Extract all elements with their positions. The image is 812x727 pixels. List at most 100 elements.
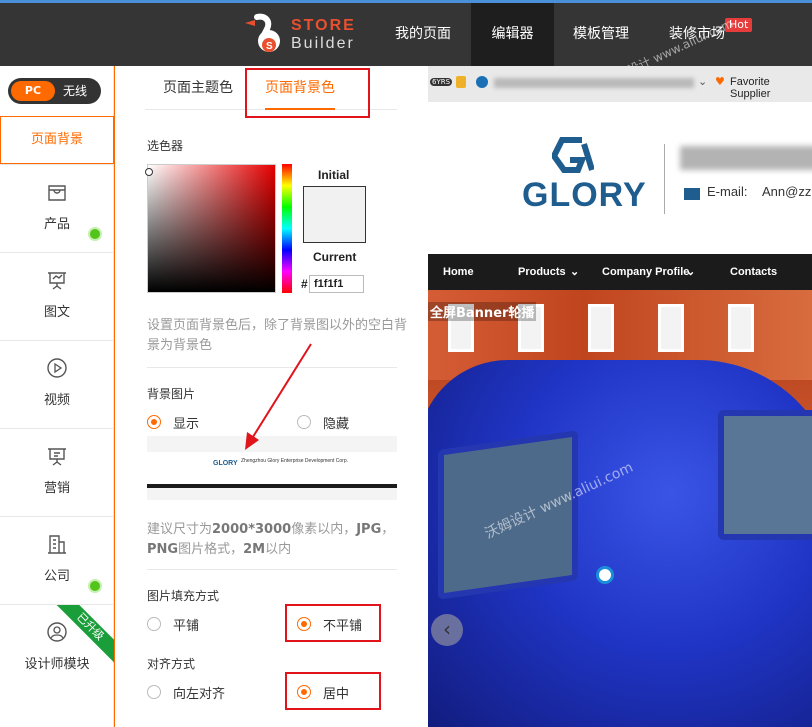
sidebar-item-page-background[interactable]: 页面背景: [0, 116, 114, 164]
pc-wireless-toggle[interactable]: PC 无线: [8, 78, 101, 104]
module-sidebar: PC 无线 页面背景 产品 图文 视频 营销 公司 设计师模块 已升级: [0, 66, 114, 727]
bus-handle: [596, 566, 614, 584]
store-nav-contacts[interactable]: Contacts: [730, 254, 777, 290]
annotation-arrow-icon: [245, 343, 312, 450]
chevron-down-icon: ⌄: [570, 266, 580, 278]
divider: [147, 569, 397, 570]
years-badge: 6YRS: [430, 78, 453, 86]
blue-bus-image: [428, 360, 812, 727]
email-label: E-mail:: [707, 184, 748, 199]
size-hint-text: 以内: [265, 542, 292, 557]
verified-icon: [476, 76, 488, 88]
store-nav-company-profile[interactable]: Company Profile: [602, 254, 689, 290]
saturation-value-picker[interactable]: [145, 164, 276, 293]
size-hint-png: PNG: [147, 542, 179, 557]
status-dot: [88, 227, 102, 241]
sidebar-item-label: 图文: [43, 305, 70, 320]
header-divider: [664, 144, 665, 214]
top-bar: S STORE Builder 我的页面 编辑器 模板管理 装修市场 Hot 沃…: [0, 0, 812, 88]
highlight-box: [285, 604, 381, 642]
sidebar-item-video[interactable]: 视频: [0, 340, 114, 428]
svg-text:S: S: [266, 41, 273, 52]
picker-cursor[interactable]: [145, 168, 153, 176]
store-nav: Home Products ⌄ Company Profile ⌄ Contac…: [428, 254, 812, 290]
medal-icon: [456, 76, 466, 88]
sidebar-item-graphic-text[interactable]: 图文: [0, 252, 114, 340]
size-hint-text: 建议尺寸为: [147, 522, 213, 537]
chevron-down-icon[interactable]: ⌄: [698, 75, 707, 88]
logo-text-builder: Builder: [291, 35, 355, 52]
heart-icon[interactable]: ♥: [715, 75, 725, 88]
fill-mode-title: 图片填充方式: [147, 589, 220, 603]
store-nav-home[interactable]: Home: [443, 254, 474, 290]
fullscreen-banner[interactable]: 全屏Banner轮播 ‹ 沃姆设计 www.aliui.com: [428, 290, 812, 727]
thumb-company: Zhengzhou Glory Enterprise Development C…: [241, 458, 348, 464]
goose-logo-icon: S: [245, 13, 280, 52]
hash-label: #: [301, 277, 308, 291]
nav-my-pages[interactable]: 我的页面: [378, 3, 468, 66]
toggle-wireless[interactable]: 无线: [63, 78, 87, 104]
show-label: 显示: [173, 417, 200, 432]
glory-logo-icon: [552, 137, 594, 173]
size-hint: 建议尺寸为2000*3000像素以内，JPG， PNG图片格式，2M以内: [147, 520, 407, 560]
nav-template-management[interactable]: 模板管理: [558, 3, 644, 66]
carousel-prev-icon[interactable]: ‹: [431, 614, 463, 646]
banner-label: 全屏Banner轮播: [428, 302, 537, 321]
size-hint-text: ，: [381, 522, 395, 537]
store-builder-logo[interactable]: S STORE Builder: [243, 11, 363, 57]
sidebar-item-products[interactable]: 产品: [0, 164, 114, 252]
tile-label: 平铺: [173, 619, 200, 634]
highlight-box: [285, 672, 381, 710]
bg-image-title: 背景图片: [147, 387, 196, 401]
supplier-bar: 6YRS ⌄ ♥ Favorite Supplier: [428, 66, 812, 102]
radio-tile[interactable]: [147, 617, 161, 631]
picker-title: 选色器: [147, 139, 184, 153]
upgraded-ribbon: 已升级: [52, 605, 114, 667]
radio-show[interactable]: [147, 415, 161, 429]
highlight-box: [245, 68, 370, 118]
nav-editor[interactable]: 编辑器: [471, 3, 554, 66]
sidebar-item-label: 页面背景: [30, 132, 83, 147]
status-dot: [88, 579, 102, 593]
hide-label: 隐藏: [323, 417, 350, 432]
blurred-company-title: [680, 146, 812, 170]
window: [658, 304, 684, 352]
tab-theme-color[interactable]: 页面主题色: [163, 66, 233, 110]
hue-slider[interactable]: [282, 164, 292, 293]
current-label: Current: [313, 250, 357, 264]
window: [728, 304, 754, 352]
bag-icon: [48, 185, 66, 201]
hex-input[interactable]: f1f1f1: [309, 275, 364, 293]
marketing-icon: [48, 448, 66, 466]
building-icon: [48, 535, 66, 554]
email-icon: [684, 188, 700, 200]
favorite-supplier-link[interactable]: Favorite Supplier: [730, 76, 812, 100]
store-preview: 6YRS ⌄ ♥ Favorite Supplier GLORY E-mail:…: [428, 66, 812, 727]
bus-window: [718, 410, 812, 540]
toggle-pc[interactable]: PC: [11, 81, 55, 101]
sidebar-item-company[interactable]: 公司: [0, 516, 114, 604]
email-value: Ann@zz: [762, 184, 812, 199]
radio-align-left[interactable]: [147, 685, 161, 699]
align-title: 对齐方式: [147, 657, 196, 671]
logo-text-store: STORE: [291, 17, 356, 34]
thumb-logo: GLORY: [213, 460, 238, 467]
color-swatch: [303, 186, 366, 243]
chevron-down-icon: ⌄: [686, 266, 696, 278]
background-settings-panel: 页面主题色 页面背景色 选色器 Initial Current # f1f1f1…: [114, 66, 428, 727]
sidebar-item-label: 营销: [43, 481, 70, 496]
sidebar-item-label: 视频: [43, 393, 70, 408]
window: [588, 304, 614, 352]
blurred-company-name: [494, 78, 694, 88]
ribbon-text: 已升级: [54, 605, 114, 663]
sidebar-item-marketing[interactable]: 营销: [0, 428, 114, 516]
initial-label: Initial: [318, 168, 350, 182]
size-hint-text: 像素以内，: [291, 522, 357, 537]
play-icon: [47, 358, 67, 378]
store-nav-products[interactable]: Products: [518, 254, 566, 290]
size-hint-jpg: JPG: [356, 522, 382, 537]
glory-brand-text: GLORY: [522, 176, 647, 214]
sidebar-item-designer-module[interactable]: 设计师模块 已升级: [0, 604, 114, 692]
size-hint-2m: 2M: [243, 542, 266, 557]
size-hint-text: 图片格式，: [178, 542, 244, 557]
